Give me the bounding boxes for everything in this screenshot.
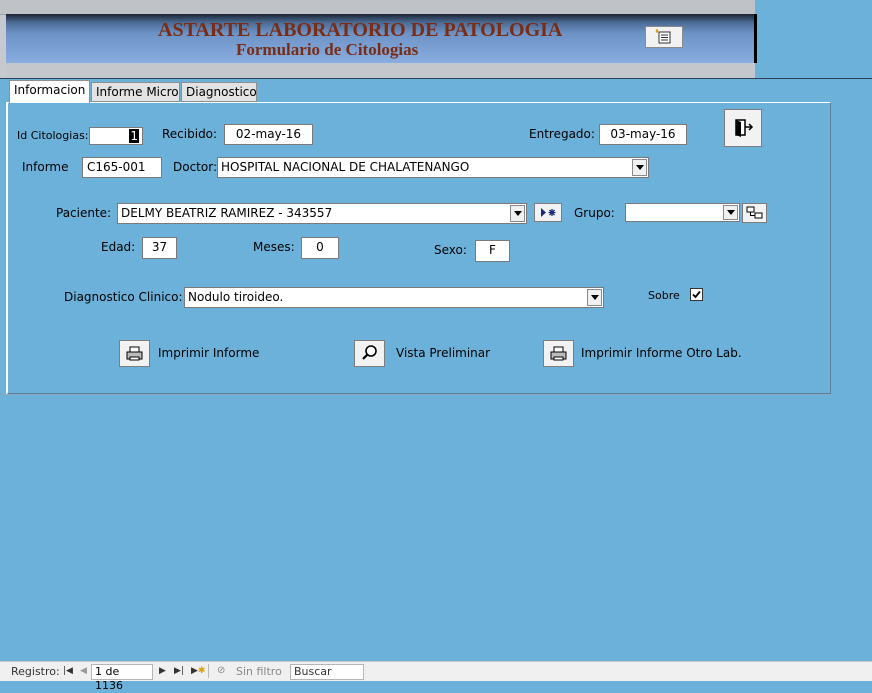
edad-label: Edad:: [101, 240, 136, 254]
id-value: 1: [129, 129, 139, 143]
status-divider: [208, 664, 209, 678]
chevron-down-icon: [727, 210, 735, 215]
sexo-label: Sexo:: [434, 243, 467, 257]
doctor-label: Doctor:: [173, 160, 217, 174]
form-list-icon: [655, 29, 671, 44]
entregado-label: Entregado:: [529, 127, 595, 141]
chevron-down-icon: [514, 211, 522, 216]
meses-label: Meses:: [253, 240, 295, 254]
next-record-icon[interactable]: ▶: [159, 666, 166, 676]
print-button[interactable]: [119, 340, 150, 367]
header-divider: [0, 78, 872, 79]
diagnostico-clinico-label: Diagnostico Clinico:: [64, 290, 183, 304]
exit-button[interactable]: [724, 109, 762, 147]
checkmark-icon: [692, 290, 701, 299]
grupo-dropdown-button[interactable]: [723, 205, 738, 220]
hierarchy-icon: [746, 206, 763, 219]
grupo-label: Grupo:: [574, 206, 615, 220]
exit-door-icon: [735, 119, 754, 137]
header-bottom-strip: [6, 63, 754, 78]
meses-field[interactable]: 0: [301, 237, 339, 259]
header-top-bar: [0, 0, 755, 15]
doctor-dropdown-button[interactable]: [632, 159, 647, 176]
grupo-combo[interactable]: [625, 203, 740, 222]
tab-diagnostico[interactable]: Diagnostico: [181, 82, 257, 102]
preview-button[interactable]: [354, 340, 385, 367]
form-title: Formulario de Citologias: [236, 40, 419, 59]
paciente-value: DELMY BEATRIZ RAMIREZ - 343557: [121, 206, 333, 220]
new-record-nav-icon[interactable]: ▶✱: [191, 666, 205, 676]
header-form-button[interactable]: [645, 26, 683, 48]
print-other-lab-button[interactable]: [543, 340, 574, 367]
paciente-dropdown-button[interactable]: [510, 205, 525, 222]
paciente-label: Paciente:: [56, 206, 112, 220]
last-record-icon[interactable]: ▶|: [174, 666, 184, 676]
search-input[interactable]: Buscar: [290, 664, 364, 680]
diagnostico-dropdown-button[interactable]: [587, 289, 602, 306]
doctor-combo[interactable]: HOSPITAL NACIONAL DE CHALATENANGO: [217, 157, 649, 178]
chevron-down-icon: [591, 295, 599, 300]
id-field[interactable]: 1: [89, 127, 143, 145]
edad-field[interactable]: 37: [142, 237, 177, 259]
printer-icon: [126, 346, 143, 361]
diagnostico-clinico-value: Nodulo tiroideo.: [188, 290, 284, 304]
sobre-label: Sobre: [648, 289, 680, 302]
app-title: ASTARTE LABORATORIO DE PATOLOGIA: [158, 19, 563, 41]
first-record-icon[interactable]: |◀: [63, 666, 73, 676]
record-position-field[interactable]: 1 de 1136: [91, 664, 153, 692]
filter-label[interactable]: Sin filtro: [236, 665, 282, 678]
chevron-down-icon: [636, 165, 644, 170]
paciente-combo[interactable]: DELMY BEATRIZ RAMIREZ - 343557: [117, 203, 527, 224]
magnifier-icon: [362, 345, 377, 360]
previous-record-icon[interactable]: ◀: [80, 666, 87, 676]
tab-informacion[interactable]: Informacion: [9, 80, 90, 103]
filter-icon[interactable]: ⊘: [217, 665, 225, 676]
sexo-field[interactable]: F: [475, 240, 510, 262]
print-other-lab-label[interactable]: Imprimir Informe Otro Lab.: [581, 346, 742, 360]
id-label: Id Citologias:: [17, 129, 89, 142]
informe-label: Informe: [22, 160, 69, 174]
informe-field[interactable]: C165-001: [82, 157, 162, 178]
recibido-field[interactable]: 02-may-16: [224, 124, 313, 145]
recibido-label: Recibido:: [162, 127, 218, 141]
new-record-icon: [541, 208, 556, 217]
panel-bottom-edge: [0, 394, 831, 395]
diagnostico-clinico-combo[interactable]: Nodulo tiroideo.: [184, 287, 604, 308]
sobre-checkbox[interactable]: [690, 288, 703, 301]
record-navigation-bar: Registro: |◀ ◀ 1 de 1136 ▶ ▶| ▶✱ ⊘ Sin f…: [0, 661, 872, 692]
printer-icon: [550, 346, 567, 361]
print-label[interactable]: Imprimir Informe: [158, 346, 259, 360]
entregado-field[interactable]: 03-may-16: [599, 124, 687, 145]
record-label: Registro:: [11, 665, 60, 678]
panel-left-edge: [6, 102, 7, 394]
preview-label[interactable]: Vista Preliminar: [396, 346, 490, 360]
tab-informe-micro[interactable]: Informe Micro: [91, 82, 180, 102]
doctor-value: HOSPITAL NACIONAL DE CHALATENANGO: [221, 160, 470, 174]
grupo-detail-button[interactable]: [742, 203, 767, 223]
new-patient-button[interactable]: [534, 203, 562, 222]
